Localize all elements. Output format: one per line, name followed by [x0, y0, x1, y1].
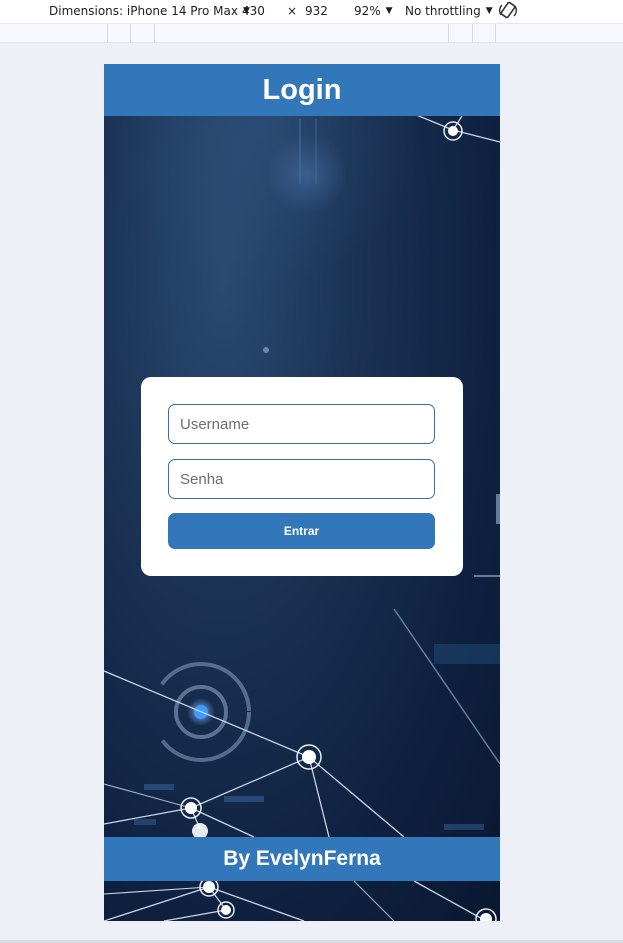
- ruler-tick: [448, 24, 449, 43]
- chevron-down-icon: ▼: [385, 6, 393, 16]
- chevron-down-icon: ▼: [485, 6, 493, 16]
- height-input[interactable]: 932: [305, 4, 328, 18]
- devtools-toolbar: Dimensions: iPhone 14 Pro Max ▼ 430 × 93…: [0, 0, 623, 23]
- page-footer: By EvelynFerna: [104, 837, 500, 881]
- username-input[interactable]: [168, 404, 435, 444]
- device-dimensions-dropdown[interactable]: Dimensions: iPhone 14 Pro Max ▼: [49, 4, 250, 18]
- zoom-dropdown[interactable]: 92% ▼: [354, 4, 393, 18]
- zoom-label: 92%: [354, 4, 381, 18]
- rotate-icon[interactable]: [498, 0, 518, 22]
- ruler-tick: [130, 24, 131, 43]
- page-header: Login: [104, 64, 500, 116]
- times-separator: ×: [287, 4, 298, 18]
- login-form-card: Entrar: [141, 377, 463, 576]
- device-viewport: Login Entrar By EvelynFerna: [104, 64, 500, 921]
- throttling-dropdown[interactable]: No throttling ▼: [405, 4, 493, 18]
- ruler-tick: [154, 24, 155, 43]
- ruler-tick: [472, 24, 473, 43]
- media-query-ruler: [0, 23, 623, 43]
- throttling-label: No throttling: [405, 4, 481, 18]
- dimensions-label: Dimensions: iPhone 14 Pro Max: [49, 4, 238, 18]
- ruler-tick: [495, 24, 496, 43]
- width-input[interactable]: 430: [242, 4, 265, 18]
- footer-credit: By EvelynFerna: [223, 847, 381, 870]
- password-input[interactable]: [168, 459, 435, 499]
- page-title: Login: [262, 73, 342, 106]
- ruler-tick: [107, 24, 108, 43]
- submit-button[interactable]: Entrar: [168, 513, 435, 549]
